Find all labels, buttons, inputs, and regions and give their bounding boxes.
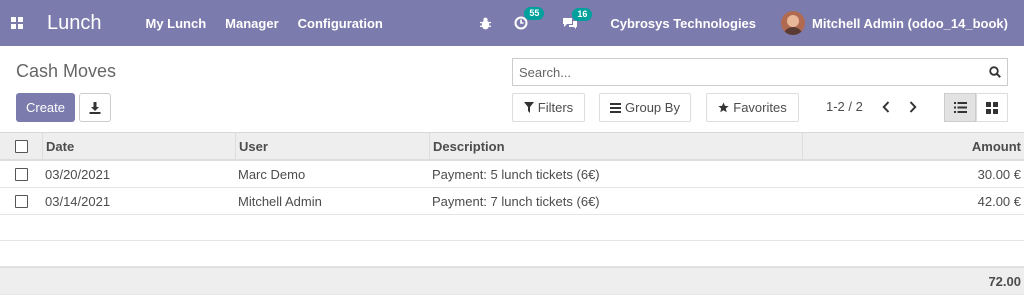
table-row[interactable]: 03/14/2021 Mitchell Admin Payment: 7 lun… xyxy=(0,188,1024,215)
row-amount: 30.00 € xyxy=(977,166,1021,182)
row-amount: 42.00 € xyxy=(977,193,1021,209)
group-by-icon xyxy=(610,102,622,113)
kanban-view-button[interactable] xyxy=(976,93,1008,122)
bug-icon xyxy=(480,17,492,30)
select-all-checkbox[interactable] xyxy=(14,139,28,153)
messaging-button[interactable]: 16 xyxy=(562,7,593,30)
row-user: Mitchell Admin xyxy=(238,193,322,209)
create-button[interactable]: Create xyxy=(16,93,75,122)
row-checkbox[interactable] xyxy=(14,194,28,208)
company-switcher[interactable]: Cybrosys Technologies xyxy=(610,16,756,31)
list-view-button[interactable] xyxy=(944,93,976,122)
list-view-icon xyxy=(953,102,967,113)
menu-configuration[interactable]: Configuration xyxy=(298,16,383,31)
download-icon xyxy=(89,101,101,114)
row-description: Payment: 7 lunch tickets (6€) xyxy=(432,193,600,209)
table-footer: 72.00 xyxy=(0,267,1024,295)
app-title[interactable]: Lunch xyxy=(47,12,102,35)
group-by-label: Group By xyxy=(625,100,680,115)
search-box xyxy=(512,58,1008,86)
activity-button[interactable]: 55 xyxy=(514,7,545,30)
apps-grid-icon xyxy=(11,17,23,29)
filter-icon xyxy=(523,102,534,113)
favorites-button[interactable]: Favorites xyxy=(706,93,799,122)
table-row[interactable]: 03/20/2021 Marc Demo Payment: 5 lunch ti… xyxy=(0,161,1024,188)
empty-row xyxy=(0,215,1024,241)
pager-previous[interactable] xyxy=(880,99,892,115)
group-by-button[interactable]: Group By xyxy=(599,93,691,122)
star-icon xyxy=(718,102,729,113)
debug-mode-button[interactable] xyxy=(479,17,492,30)
cash-moves-table: Date User Description Amount 03/20/2021 … xyxy=(0,132,1024,295)
message-count-badge: 16 xyxy=(572,7,593,21)
activity-count-badge: 55 xyxy=(524,7,545,20)
table-header: Date User Description Amount xyxy=(0,132,1024,161)
column-header-user[interactable]: User xyxy=(235,133,429,159)
pager-next[interactable] xyxy=(907,99,919,115)
menu-my-lunch[interactable]: My Lunch xyxy=(146,16,207,31)
user-menu[interactable]: Mitchell Admin (odoo_14_book) xyxy=(812,16,1008,31)
filters-label: Filters xyxy=(537,100,574,115)
menu-manager[interactable]: Manager xyxy=(225,16,278,31)
favorites-label: Favorites xyxy=(733,100,787,115)
top-navbar: Lunch My Lunch Manager Configuration 55 … xyxy=(0,0,1024,46)
column-header-amount[interactable]: Amount xyxy=(802,133,1024,159)
row-date: 03/20/2021 xyxy=(45,166,111,182)
search-input[interactable] xyxy=(519,64,989,80)
amount-total: 72.00 xyxy=(988,273,1021,289)
row-checkbox[interactable] xyxy=(14,167,28,181)
filters-button[interactable]: Filters xyxy=(512,93,585,122)
export-button[interactable] xyxy=(79,93,111,122)
pager-value[interactable]: 1-2 / 2 xyxy=(826,99,863,114)
breadcrumb: Cash Moves xyxy=(16,61,117,81)
column-header-description[interactable]: Description xyxy=(429,133,802,159)
empty-row xyxy=(0,241,1024,267)
row-user: Marc Demo xyxy=(238,166,306,182)
search-icon[interactable] xyxy=(989,66,1001,78)
apps-menu-button[interactable] xyxy=(0,0,34,46)
chevron-right-icon xyxy=(909,101,917,113)
kanban-view-icon xyxy=(986,101,998,114)
column-header-date[interactable]: Date xyxy=(42,133,235,159)
row-date: 03/14/2021 xyxy=(45,193,111,209)
row-description: Payment: 5 lunch tickets (6€) xyxy=(432,166,600,182)
user-avatar[interactable] xyxy=(781,11,806,35)
chevron-left-icon xyxy=(882,101,890,113)
